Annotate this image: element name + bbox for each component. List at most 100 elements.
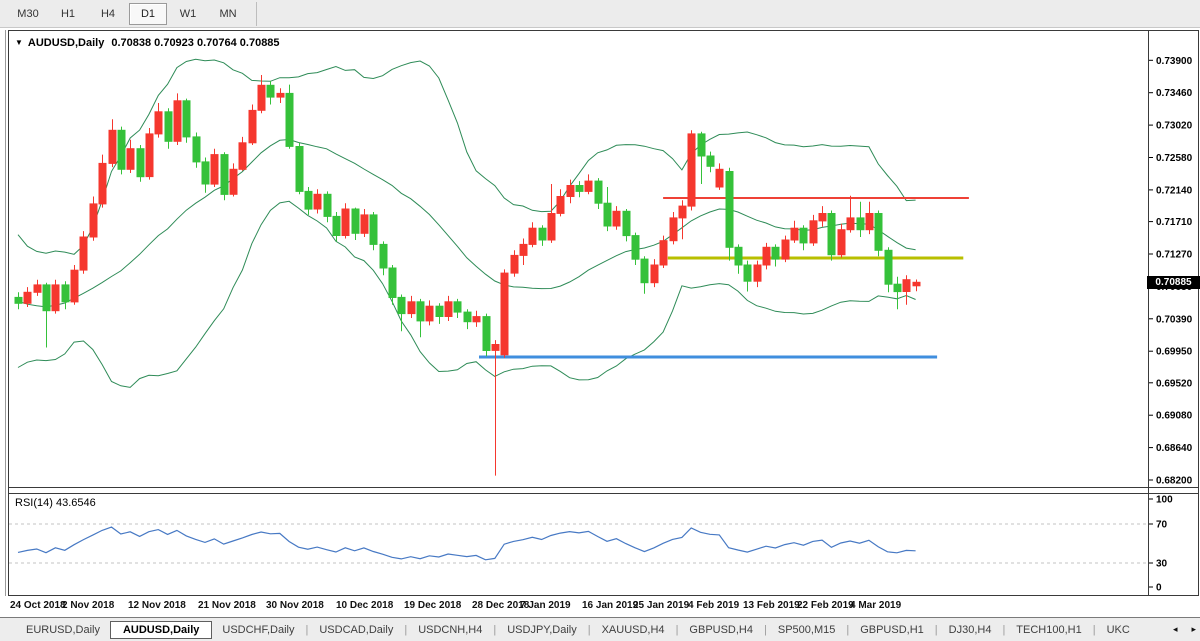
time-axis-label: 16 Jan 2019	[582, 600, 638, 611]
candle	[34, 280, 41, 296]
time-axis-label: 19 Dec 2018	[404, 600, 461, 611]
candle	[632, 233, 639, 265]
chart-tab-bar: EURUSD,DailyAUDUSD,DailyUSDCHF,Daily|USD…	[0, 617, 1200, 641]
candle	[62, 281, 69, 309]
price-tick-label: 0.72140	[1156, 185, 1193, 196]
candle	[894, 277, 901, 309]
chart-tab-audusd-daily[interactable]: AUDUSD,Daily	[110, 621, 212, 639]
symbol-dropdown-icon[interactable]: ▼	[15, 38, 23, 47]
rsi-line	[18, 527, 916, 560]
candle	[80, 231, 87, 274]
price-axis[interactable]: 0.739000.734600.730200.725800.721400.717…	[1148, 31, 1198, 595]
price-tick-label: 0.71710	[1156, 217, 1193, 228]
candle	[118, 127, 125, 175]
candle	[585, 174, 592, 194]
candle	[529, 222, 536, 247]
price-tick-label: 0.69520	[1156, 378, 1193, 389]
candle	[679, 200, 686, 239]
candle	[221, 152, 228, 200]
candle	[492, 340, 499, 476]
candle	[155, 103, 162, 138]
candle	[847, 196, 854, 233]
time-axis-label: 4 Mar 2019	[850, 600, 901, 611]
candle	[772, 244, 779, 266]
timeframe-button-w1[interactable]: W1	[169, 3, 207, 25]
candle	[417, 299, 424, 337]
candle	[595, 178, 602, 209]
main-chart-canvas[interactable]	[9, 31, 1148, 595]
candle	[651, 259, 658, 287]
chart-tab-sp500-m15[interactable]: SP500,M15	[768, 621, 845, 639]
time-axis-label: 21 Nov 2018	[198, 600, 256, 611]
candle	[464, 309, 471, 329]
chart-tab-eurusd-daily[interactable]: EURUSD,Daily	[16, 621, 110, 639]
chart-tab-xauusd-h4[interactable]: XAUUSD,H4	[592, 621, 675, 639]
candle	[903, 275, 910, 305]
price-axis-canvas: 0.739000.734600.730200.725800.721400.717…	[1149, 31, 1199, 595]
time-axis-label: 30 Nov 2018	[266, 600, 324, 611]
candle	[361, 209, 368, 237]
candle	[604, 187, 611, 231]
candle	[838, 224, 845, 258]
candle	[174, 93, 181, 145]
time-axis-label: 10 Dec 2018	[336, 600, 393, 611]
candle	[333, 212, 340, 241]
candle	[137, 145, 144, 182]
candle	[866, 202, 873, 234]
timeframe-button-mn[interactable]: MN	[209, 3, 247, 25]
tab-scroll-left-icon[interactable]: ◂	[1173, 624, 1178, 634]
candle	[567, 180, 574, 204]
tab-scroll-right-icon[interactable]: ▸	[1191, 624, 1196, 634]
chart-tab-gbpusd-h4[interactable]: GBPUSD,H4	[679, 621, 763, 639]
candle	[857, 202, 864, 237]
price-tick-label: 0.72580	[1156, 153, 1193, 164]
candle	[99, 155, 106, 208]
timeframe-button-h4[interactable]: H4	[89, 3, 127, 25]
candle	[473, 311, 480, 327]
candle	[109, 119, 116, 167]
candle	[408, 296, 415, 318]
time-axis-label: 24 Oct 2018	[10, 600, 66, 611]
chart-tab-dj30-h4[interactable]: DJ30,H4	[939, 621, 1002, 639]
candle	[576, 181, 583, 197]
bollinger-lower-band	[18, 201, 916, 387]
candle	[202, 158, 209, 193]
candle	[239, 137, 246, 171]
candle	[24, 287, 31, 307]
rsi-tick-label: 30	[1156, 559, 1168, 570]
candle	[15, 292, 22, 309]
candle	[660, 236, 667, 268]
rsi-tick-label: 70	[1156, 520, 1168, 531]
candle	[613, 206, 620, 230]
toolbar-separator	[256, 2, 257, 26]
chart-tab-gbpusd-h1[interactable]: GBPUSD,H1	[850, 621, 934, 639]
timeframe-button-d1[interactable]: D1	[129, 3, 167, 25]
chart-tab-usdjpy-daily[interactable]: USDJPY,Daily	[497, 621, 587, 639]
time-axis-label: 22 Feb 2019	[797, 600, 854, 611]
chart-title: ▼AUDUSD,Daily0.70838 0.70923 0.70764 0.7…	[15, 37, 280, 49]
candle	[688, 130, 695, 210]
chart-tab-usdcad-daily[interactable]: USDCAD,Daily	[309, 621, 403, 639]
candle	[267, 81, 274, 105]
candle	[71, 265, 78, 305]
chart-tab-usdchf-daily[interactable]: USDCHF,Daily	[212, 621, 304, 639]
candle	[183, 99, 190, 143]
candle	[211, 149, 218, 187]
candle	[426, 300, 433, 325]
time-axis-label: 4 Feb 2019	[688, 600, 739, 611]
chart-tab-usdcnh-h4[interactable]: USDCNH,H4	[408, 621, 492, 639]
price-tick-label: 0.68200	[1156, 476, 1193, 487]
timeframe-button-m30[interactable]: M30	[9, 3, 47, 25]
candle	[193, 133, 200, 168]
candle	[370, 212, 377, 250]
candle	[819, 206, 826, 227]
candle	[754, 261, 761, 288]
time-axis[interactable]: 24 Oct 20182 Nov 201812 Nov 201821 Nov 2…	[8, 597, 1199, 616]
chart-tab-tech100-h1[interactable]: TECH100,H1	[1006, 621, 1091, 639]
candle	[445, 296, 452, 321]
candle	[885, 247, 892, 292]
timeframe-button-h1[interactable]: H1	[49, 3, 87, 25]
chart-window: ▼AUDUSD,Daily0.70838 0.70923 0.70764 0.7…	[8, 30, 1199, 596]
candle	[454, 299, 461, 318]
chart-tab-ukc[interactable]: UKC	[1097, 621, 1140, 639]
